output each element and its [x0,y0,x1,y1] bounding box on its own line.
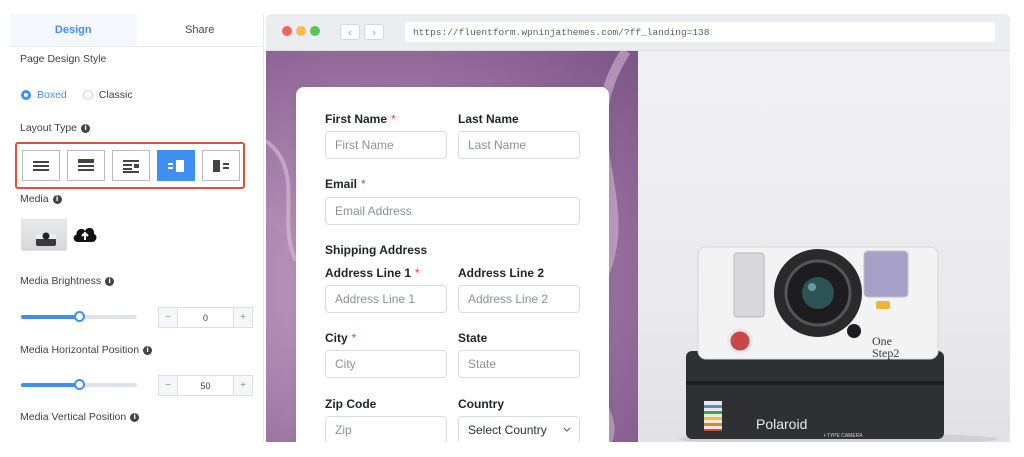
info-icon[interactable]: i [52,194,62,204]
media-horizontal-position-label: Media Horizontal Position i [20,344,153,356]
chevron-down-icon [563,427,571,432]
zip-code-label: Zip Code [325,397,377,411]
radio-classic[interactable]: Classic [82,89,133,101]
country-select[interactable]: Select Country [458,416,580,442]
address-bar[interactable]: https://fluentform.wpninjathemes.com/?ff… [405,22,995,42]
increment-button[interactable]: + [233,308,252,327]
layout-option-media-left[interactable] [202,150,240,181]
address-line-1-label: Address Line 1 * [325,266,420,280]
address-line-2-label: Address Line 2 [458,266,545,280]
last-name-label: Last Name [458,112,519,126]
decrement-button[interactable]: − [159,308,178,327]
radio-classic-label: Classic [98,89,133,101]
maximize-window-dot[interactable] [310,26,320,36]
browser-preview-window: ‹ › https://fluentform.wpninjathemes.com… [266,14,1010,442]
order-form-card: First Name * Last Name First Name Last Na… [296,87,609,442]
info-icon[interactable]: i [130,412,140,422]
email-input[interactable]: Email Address [325,197,580,225]
decrement-button[interactable]: − [159,376,178,395]
camera-brand-text: Polaroid [756,416,807,432]
layout-option-default[interactable] [22,150,60,181]
shipping-address-heading: Shipping Address [325,243,428,257]
media-thumbnail[interactable] [21,219,67,251]
radio-boxed-dot [21,90,31,100]
purple-background: First Name * Last Name First Name Last Na… [266,51,638,442]
zip-input[interactable]: Zip [325,416,447,442]
layout-option-media-right[interactable] [157,150,195,181]
landing-page-viewport: First Name * Last Name First Name Last Na… [266,51,1010,442]
panel-tabs: Design Share [10,14,263,47]
layout-type-label: Layout Type i [20,122,91,134]
info-icon[interactable]: i [143,345,153,355]
minimize-window-dot[interactable] [296,26,306,36]
camera-model-text-2: Step2 [872,346,899,360]
media-horizontal-stepper: − 50 + [158,375,253,396]
first-name-label: First Name * [325,112,396,126]
increment-button[interactable]: + [233,376,252,395]
forward-button[interactable]: › [364,24,384,40]
design-settings-panel: Design Share Page Design Style Boxed Cla… [10,14,264,442]
layout-media-left-icon [213,159,229,172]
stepper-value[interactable]: 0 [178,308,233,327]
layout-type-options [15,142,245,189]
media-photo-area: One Step2 Polaroid i-TYPE CAMERA [638,51,1010,442]
country-select-value: Select Country [468,423,547,437]
city-label: City * [325,331,357,345]
email-label: Email * [325,177,366,191]
media-brightness-stepper: − 0 + [158,307,253,328]
layout-option-media-top[interactable] [67,150,105,181]
state-input[interactable]: State [458,350,580,378]
cloud-upload-icon[interactable] [72,224,98,249]
radio-boxed-label: Boxed [37,89,67,101]
layout-media-top-icon [78,158,94,171]
last-name-input[interactable]: Last Name [458,131,580,159]
slider-handle[interactable] [74,379,85,390]
slider-fill [21,383,79,387]
required-asterisk: * [361,177,366,191]
radio-boxed[interactable]: Boxed [21,89,67,101]
page-design-style-label: Page Design Style [20,53,107,65]
layout-media-right-icon [168,159,184,172]
media-brightness-slider[interactable] [21,311,137,322]
layout-media-side-icon [123,159,139,173]
back-button[interactable]: ‹ [340,24,360,40]
radio-classic-dot [82,90,93,100]
stepper-value[interactable]: 50 [178,376,233,395]
layout-lines-icon [33,160,49,171]
page-style-radio-group: Boxed Classic [21,89,133,101]
state-label: State [458,331,488,345]
address-line-2-input[interactable]: Address Line 2 [458,285,580,313]
media-horizontal-slider[interactable] [21,379,137,390]
layout-option-media-left-text[interactable] [112,150,150,181]
required-asterisk: * [391,112,396,126]
slider-fill [21,315,79,319]
media-vertical-position-label: Media Vertical Position i [20,411,140,423]
camera-sublabel-text: i-TYPE CAMERA [824,433,863,439]
first-name-input[interactable]: First Name [325,131,447,159]
media-label: Media i [20,193,62,205]
browser-toolbar: ‹ › https://fluentform.wpninjathemes.com… [266,14,1010,51]
media-brightness-label: Media Brightness i [20,275,115,287]
required-asterisk: * [415,266,420,280]
camera-thumbnail-image [36,232,56,246]
info-icon[interactable]: i [81,123,91,133]
required-asterisk: * [351,331,357,345]
city-input[interactable]: City [325,350,447,378]
info-icon[interactable]: i [105,276,115,286]
close-window-dot[interactable] [282,26,292,36]
tab-design[interactable]: Design [10,14,137,46]
country-label: Country [458,397,504,411]
slider-handle[interactable] [74,311,85,322]
polaroid-camera-image: One Step2 Polaroid i-TYPE CAMERA [678,246,998,442]
tab-share[interactable]: Share [137,14,264,46]
address-line-1-input[interactable]: Address Line 1 [325,285,447,313]
